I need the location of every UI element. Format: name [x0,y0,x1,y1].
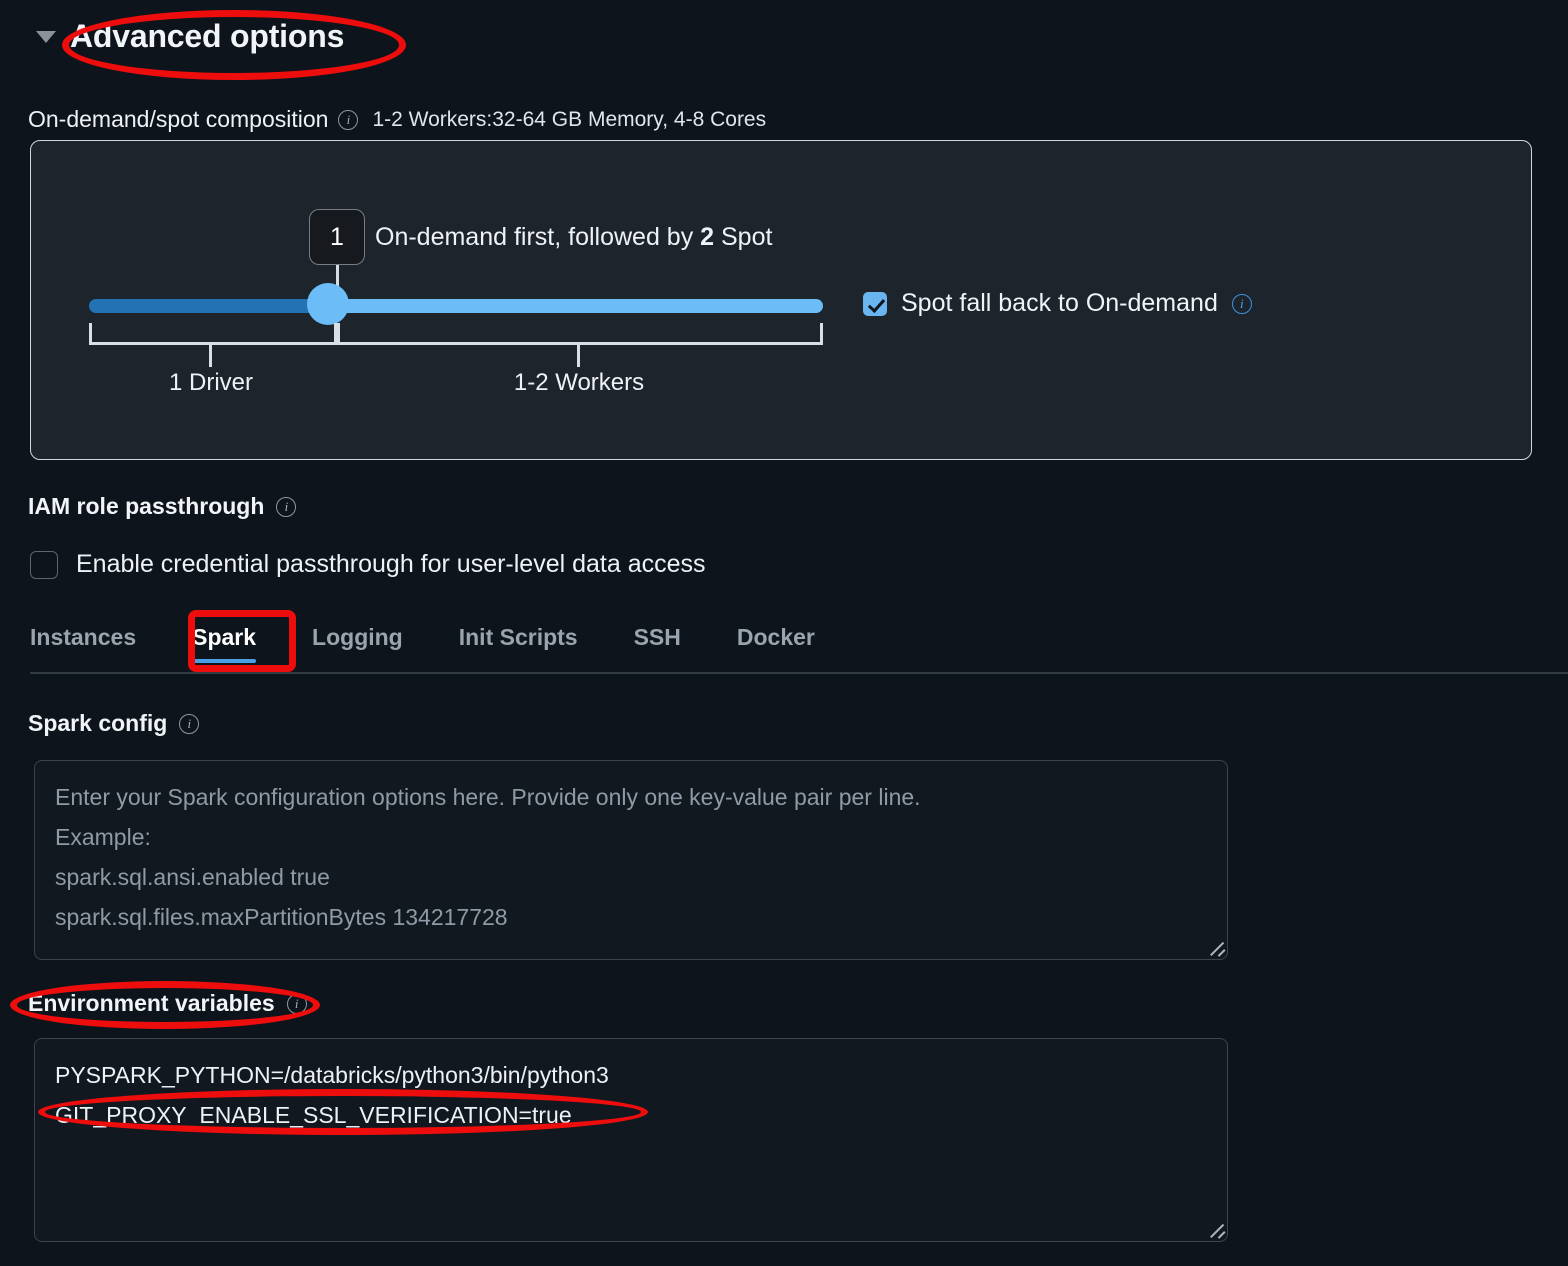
spark-config-textarea[interactable]: Enter your Spark configuration options h… [34,760,1228,960]
info-icon[interactable]: i [1231,293,1252,314]
info-icon[interactable]: i [179,713,200,734]
driver-tick [209,345,212,367]
slider-description-value: 2 [700,223,715,251]
iam-role-passthrough-title: IAM role passthrough [28,493,265,519]
tab-label: Docker [736,624,815,650]
config-tabs: Instances Spark Logging Init Scripts SSH… [30,620,1568,672]
slider-description-suffix: Spot [714,223,773,251]
tab-label: Spark [192,624,257,650]
slider-value-badge: 1 [309,209,365,265]
slider-track-remainder [339,299,823,313]
environment-variables-textarea[interactable]: PYSPARK_PYTHON=/databricks/python3/bin/p… [34,1038,1228,1242]
cluster-advanced-options-page: Advanced options On-demand/spot composit… [0,0,1568,1266]
slider-description-prefix: On-demand first, followed by [375,223,701,251]
composition-panel: 1 On-demand first, followed by 2 Spot 1 … [30,140,1532,460]
iam-credential-passthrough-label: Enable credential passthrough for user-l… [76,550,706,578]
info-icon[interactable]: i [286,993,307,1014]
info-icon[interactable]: i [338,109,359,130]
tab-init-scripts[interactable]: Init Scripts [431,620,606,671]
composition-slider[interactable] [89,299,823,313]
composition-label: On-demand/spot composition [28,106,329,132]
page-title: Advanced options [70,18,345,54]
tab-label: SSH [633,624,681,650]
advanced-options-header[interactable]: Advanced options [36,18,344,55]
tab-logging[interactable]: Logging [284,620,431,671]
tab-spark[interactable]: Spark [164,620,284,671]
composition-summary: 1-2 Workers:32-64 GB Memory, 4-8 Cores [372,107,767,131]
tab-label: Instances [30,624,137,650]
spot-fallback-label: Spot fall back to On-demand [901,289,1218,317]
spot-fallback-checkbox[interactable] [863,291,887,316]
tab-docker[interactable]: Docker [709,620,843,671]
info-icon[interactable]: i [276,496,297,517]
slider-thumb[interactable] [307,283,349,325]
spot-fallback-row[interactable]: Spot fall back to On-demand i [863,289,1252,318]
tab-ssh[interactable]: SSH [606,620,709,671]
iam-credential-passthrough-checkbox[interactable] [30,550,58,579]
workers-bracket [337,323,823,345]
spark-config-header: Spark config i [28,710,200,737]
triangle-down-icon[interactable] [36,30,56,43]
driver-bracket [89,323,337,345]
workers-label: 1-2 Workers [513,369,645,396]
tab-instances[interactable]: Instances [30,620,164,671]
environment-variables-header: Environment variables i [28,990,307,1017]
tab-label: Logging [312,624,403,650]
workers-tick [577,345,580,367]
environment-variables-title: Environment variables [28,990,275,1016]
slider-description: On-demand first, followed by 2 Spot [375,223,772,252]
tabs-divider [30,672,1568,674]
composition-label-row: On-demand/spot composition i 1-2 Workers… [28,106,766,133]
slider-track-filled [89,299,339,313]
driver-label: 1 Driver [168,369,254,396]
iam-credential-passthrough-row[interactable]: Enable credential passthrough for user-l… [30,550,706,579]
spark-config-title: Spark config [28,710,168,736]
tab-label: Init Scripts [458,624,578,650]
iam-role-passthrough-header: IAM role passthrough i [28,493,297,520]
